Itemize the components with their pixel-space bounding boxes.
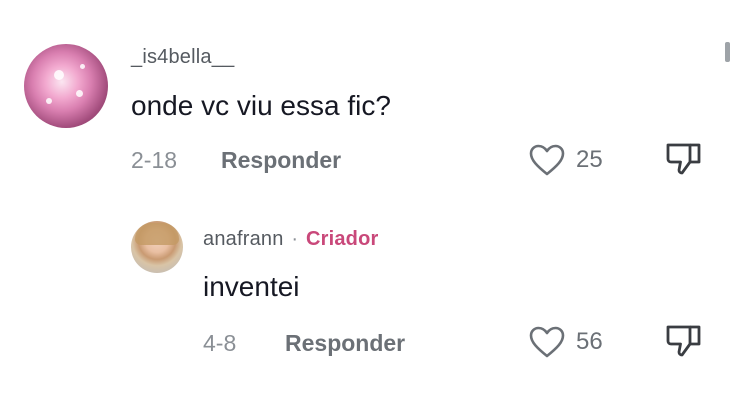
comment-username[interactable]: _is4bella__: [131, 46, 234, 69]
reply-button[interactable]: Responder: [221, 147, 341, 174]
sparkle-decoration: [46, 98, 52, 104]
avatar[interactable]: [24, 44, 108, 128]
sparkle-decoration: [76, 90, 83, 97]
comment-text: inventei: [203, 271, 300, 302]
thumbs-down-icon: [666, 325, 701, 357]
like-button[interactable]: 56: [528, 325, 603, 359]
comment-date: 4-8: [203, 330, 237, 356]
heart-icon: [529, 326, 565, 358]
like-count: 25: [576, 146, 603, 173]
sparkle-decoration: [54, 70, 64, 80]
avatar-photo: [135, 223, 179, 245]
like-button[interactable]: 25: [528, 143, 603, 177]
avatar[interactable]: [131, 221, 183, 273]
like-count: 56: [576, 328, 603, 355]
thumbs-down-icon: [666, 143, 701, 175]
comment-text: onde vc viu essa fic?: [131, 90, 391, 121]
dislike-button[interactable]: [665, 140, 703, 183]
comment-username[interactable]: anafrann: [203, 228, 284, 250]
creator-badge: Criador: [305, 228, 379, 250]
dislike-button[interactable]: [665, 322, 703, 365]
separator-dot: ·: [291, 228, 299, 250]
scrollbar[interactable]: [725, 42, 730, 62]
comment-username-line: anafrann · Criador: [203, 228, 379, 251]
heart-icon: [529, 144, 565, 176]
sparkle-decoration: [80, 64, 85, 69]
comment-date: 2-18: [131, 147, 178, 173]
reply-button[interactable]: Responder: [285, 330, 405, 357]
